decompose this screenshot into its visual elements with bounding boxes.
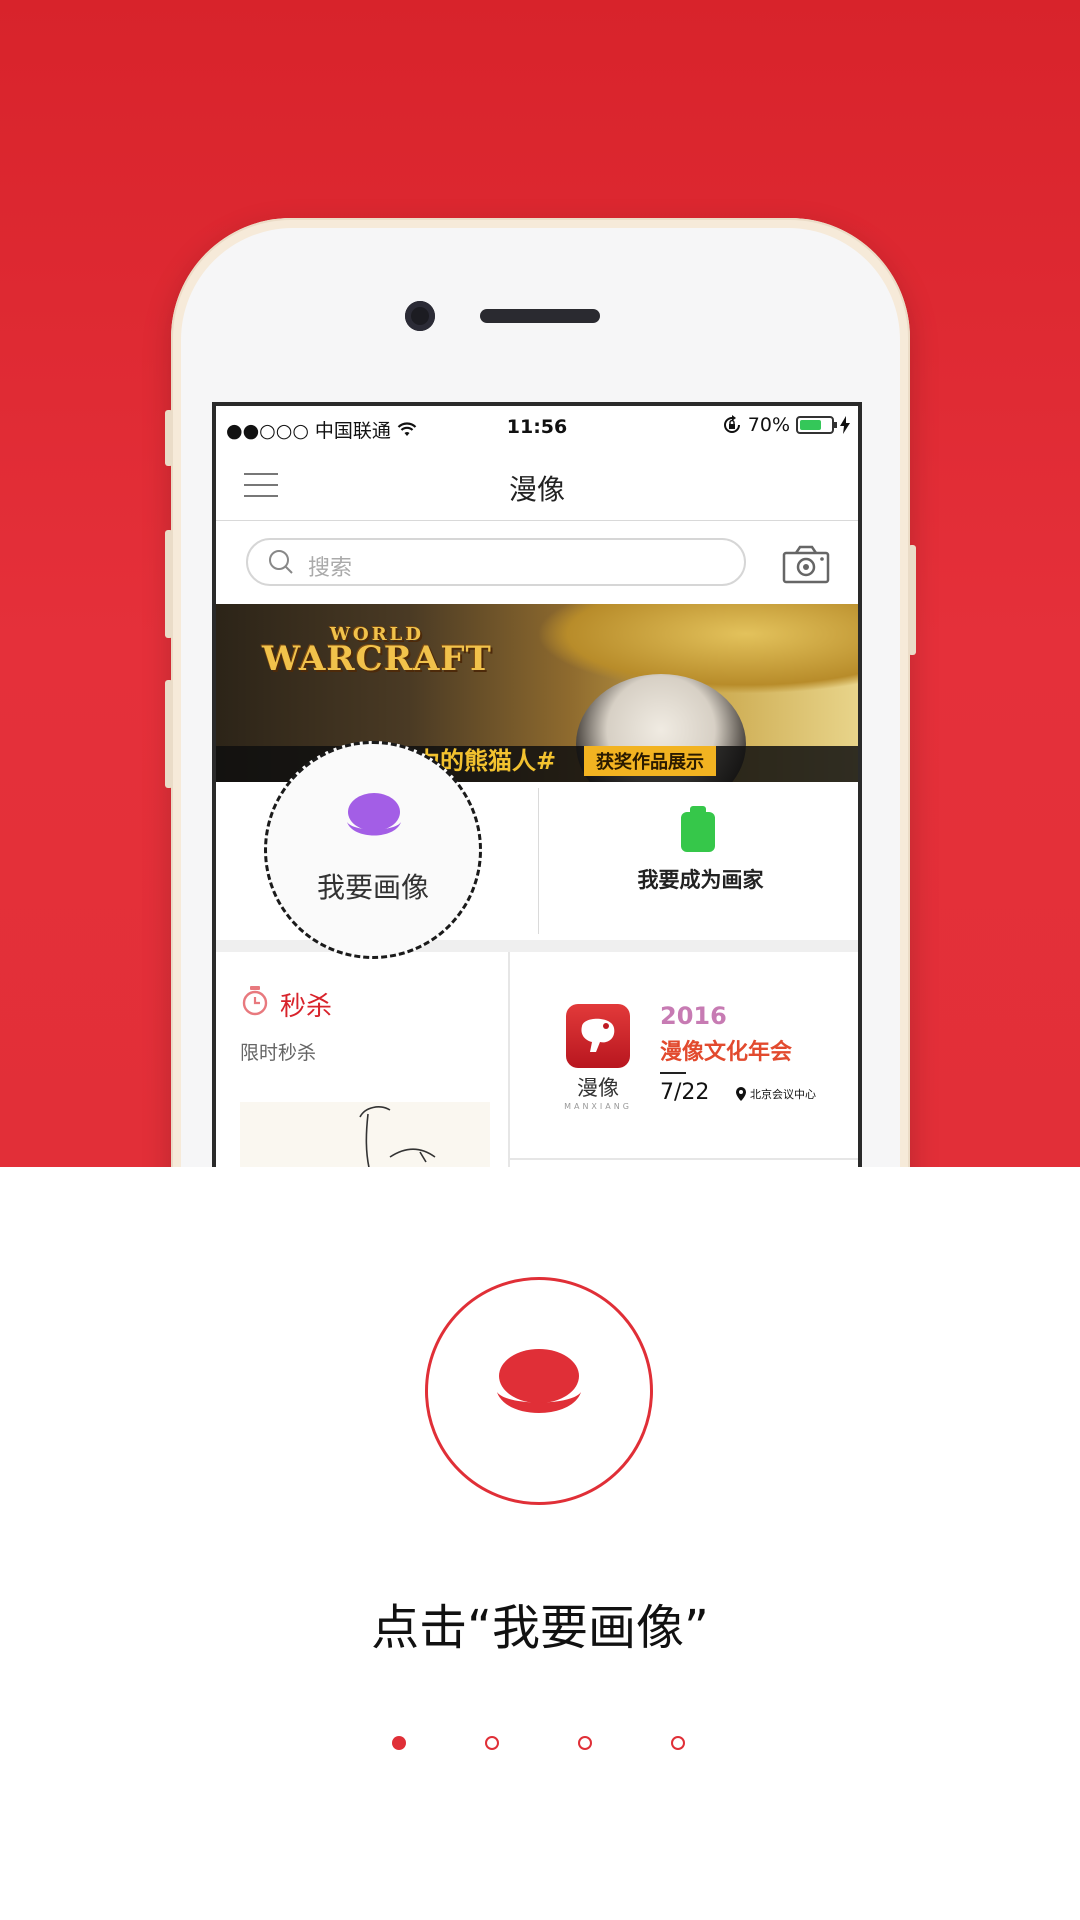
phone-speaker (480, 309, 600, 323)
search-input[interactable]: 搜索 (246, 538, 746, 586)
event-name: 漫像文化年会 (660, 1040, 793, 1065)
event-year: 2016 (660, 1002, 727, 1030)
search-icon (269, 550, 293, 574)
hero-background: ●●○○○ 中国联通 11:56 70% 漫像 搜索 WORLD WARCRAF… (0, 0, 1080, 1167)
event-date: 7/22 (660, 1080, 710, 1105)
phone-power-button (908, 545, 916, 655)
event-location-label: 北京会议中心 (750, 1088, 816, 1101)
warcraft-logo: WORLD WARCRAFT (262, 624, 492, 679)
camera-icon[interactable] (782, 544, 830, 584)
draw-me-label: 我要画像 (316, 871, 429, 904)
banner-badge: 获奖作品展示 (584, 746, 716, 776)
become-artist-label: 我要成为画家 (637, 868, 764, 892)
search-row: 搜索 (216, 524, 858, 604)
navigation-bar: 漫像 (216, 450, 858, 521)
event-location: 北京会议中心 (736, 1086, 816, 1102)
app-logo-circle (425, 1277, 653, 1505)
manxiang-smile-icon (347, 793, 401, 836)
manxiang-logo-text: 漫像 (577, 1076, 619, 1100)
promo-banner[interactable]: WORLD WARCRAFT 力的熊猫人# 获奖作品展示 (216, 604, 858, 782)
phone-volume-down (165, 680, 173, 788)
onboarding-caption: 点击“我要画像” (371, 1600, 709, 1656)
page-title: 漫像 (508, 473, 565, 506)
search-placeholder: 搜索 (308, 556, 353, 581)
elephant-icon (581, 1018, 615, 1052)
stopwatch-icon (242, 986, 268, 1016)
page-indicator (392, 1736, 692, 1756)
page-dot-4[interactable] (671, 1736, 685, 1750)
phone-mute-switch (165, 410, 173, 466)
rotation-lock-icon (723, 415, 740, 433)
battery-icon (796, 416, 837, 434)
draw-me-button[interactable]: 我要画像 (264, 741, 482, 959)
page-dot-1[interactable] (392, 1736, 406, 1750)
battery-fill (800, 420, 821, 430)
phone-volume-up (165, 530, 173, 638)
manxiang-logo-icon (497, 1349, 581, 1413)
front-camera (405, 301, 435, 331)
status-bar: ●●○○○ 中国联通 11:56 70% (216, 406, 858, 446)
manxiang-logo-subtext: MANXIANG (564, 1102, 632, 1111)
manxiang-app-logo (566, 1004, 630, 1068)
annual-event-card[interactable]: 漫像 MANXIANG 2016 漫像文化年会 7/22 北京会议中心 (510, 952, 858, 1160)
become-artist-button[interactable]: 我要成为画家 (539, 782, 858, 940)
seckill-title: 秒杀 (280, 992, 333, 1022)
status-indicators: 70% (722, 414, 850, 436)
clipboard-icon (681, 806, 715, 852)
section-gap (216, 940, 858, 952)
seckill-card[interactable]: 秒杀 限时秒杀 (216, 952, 510, 1167)
seckill-subtitle: 限时秒杀 (240, 1042, 317, 1064)
charging-bolt-icon (840, 416, 850, 434)
event-divider (660, 1072, 686, 1074)
page-dot-2[interactable] (485, 1736, 499, 1750)
location-pin-icon (736, 1087, 746, 1101)
sketch-thumbnail (240, 1102, 490, 1167)
warcraft-logo-line2: WARCRAFT (262, 639, 492, 679)
page-dot-3[interactable] (578, 1736, 592, 1750)
battery-percent: 70% (747, 414, 790, 436)
